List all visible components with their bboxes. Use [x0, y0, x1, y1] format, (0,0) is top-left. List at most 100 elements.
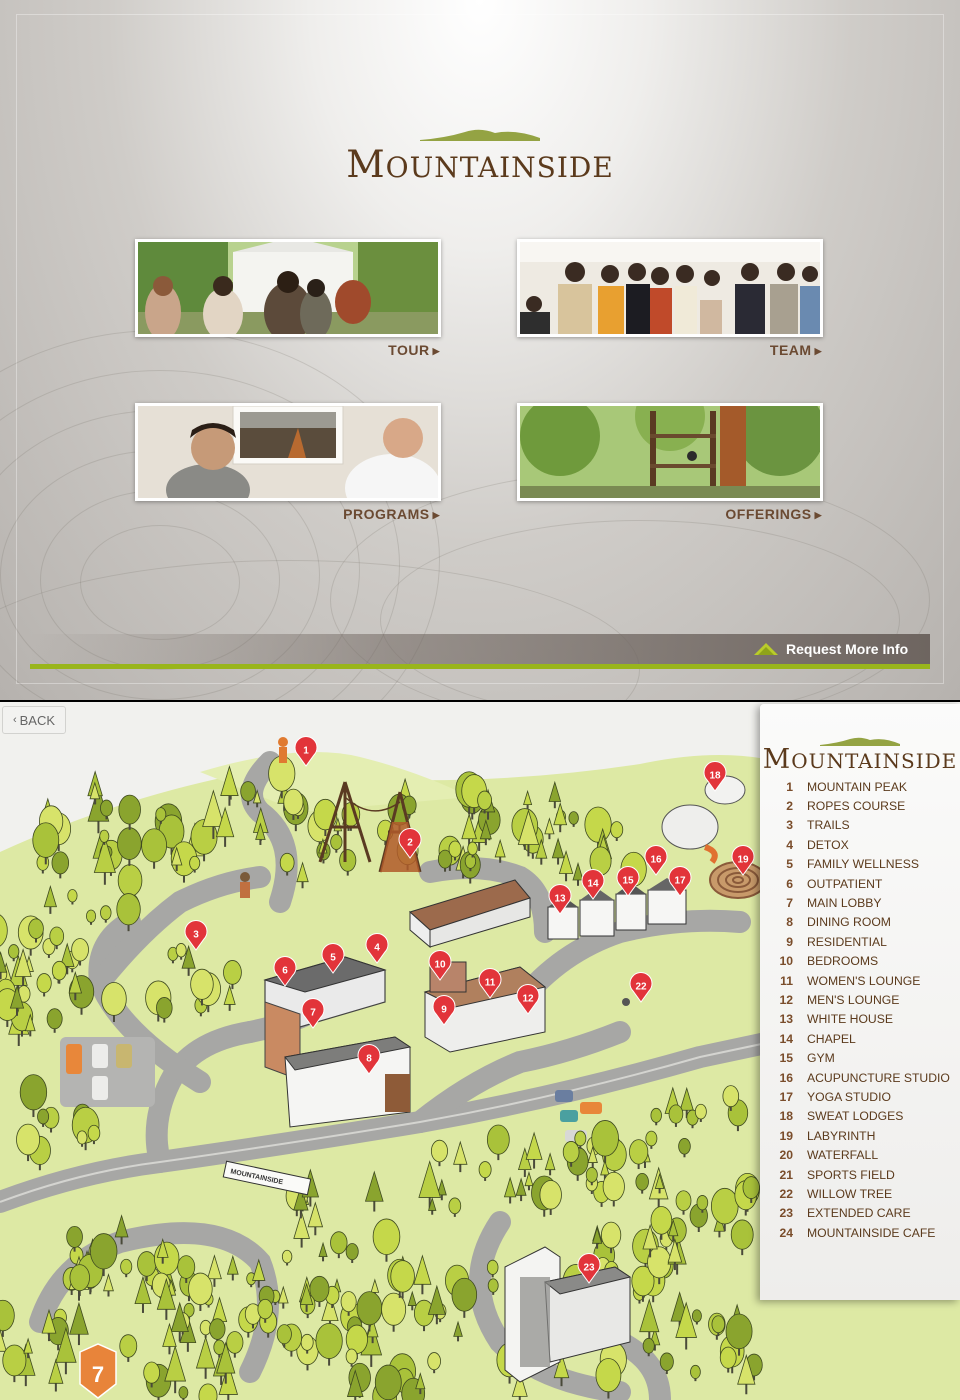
map-pin-number: 3: [193, 930, 199, 941]
legend-item[interactable]: 4 Detox: [774, 835, 950, 854]
map-pin-number: 12: [522, 994, 534, 1005]
legend-item-label: Detox: [807, 837, 849, 852]
offerings-photo: [520, 406, 820, 498]
legend-item-label: Women's Lounge: [807, 973, 921, 988]
legend-item-number: 15: [779, 1051, 793, 1066]
legend-item-number: 24: [779, 1225, 793, 1240]
legend-item-label: Labyrinth: [807, 1128, 876, 1143]
legend-item-label: Family Wellness: [807, 857, 919, 872]
legend-item-number: 19: [779, 1128, 793, 1143]
map-pin-number: 13: [554, 894, 566, 905]
legend-item-label: Extended Care: [807, 1206, 911, 1221]
programs-photo: [138, 406, 438, 498]
legend-item-number: 10: [779, 954, 793, 969]
map-pin-number: 22: [635, 982, 647, 993]
programs-tile[interactable]: [135, 403, 441, 501]
legend-item[interactable]: 9 Residential: [774, 932, 950, 951]
legend-item[interactable]: 8 Dining Room: [774, 913, 950, 932]
map-pin-number: 5: [330, 953, 336, 964]
arrow-right-icon: ▶: [814, 510, 822, 520]
legend-item-number: 6: [786, 876, 793, 891]
request-info-button[interactable]: Request More Info: [754, 638, 908, 660]
legend-item[interactable]: 19 Labyrinth: [774, 1126, 950, 1145]
legend-item[interactable]: 16 Acupuncture Studio: [774, 1068, 950, 1087]
legend-item-label: Mountain Peak: [807, 779, 907, 794]
logo-text: OUNTAINSIDE: [385, 151, 614, 184]
legend-item-label: Men's Lounge: [807, 992, 900, 1007]
legend-item-number: 4: [786, 837, 793, 852]
legend-item[interactable]: 21 Sports Field: [774, 1165, 950, 1184]
legend-item[interactable]: 18 Sweat Lodges: [774, 1107, 950, 1126]
legend-item[interactable]: 1 Mountain Peak: [774, 777, 950, 796]
legend-item-number: 13: [779, 1012, 793, 1027]
legend-item-label: Acupuncture Studio: [807, 1070, 950, 1085]
legend-item[interactable]: 17 Yoga Studio: [774, 1087, 950, 1106]
legend-item[interactable]: 12 Men's Lounge: [774, 990, 950, 1009]
arrow-right-icon: ▶: [432, 346, 440, 356]
legend-item-label: Willow Tree: [807, 1186, 893, 1201]
legend-item-label: Main Lobby: [807, 896, 882, 911]
legend-item[interactable]: 3 Trails: [774, 816, 950, 835]
legend-item-number: 23: [779, 1206, 793, 1221]
programs-link[interactable]: PROGRAMS ▶: [300, 506, 440, 522]
tour-link[interactable]: TOUR ▶: [340, 342, 440, 358]
campus-map-screen: MOUNTAINSIDE 7 1 2 3 4 5 6 7 8 9 10 11 12 13 14 15 16 17…: [0, 702, 960, 1400]
offerings-tile[interactable]: [517, 403, 823, 501]
green-rule: [30, 664, 930, 669]
legend-item-number: 21: [779, 1167, 793, 1182]
map-pin-number: 14: [587, 879, 599, 890]
map-pin-number: 18: [709, 771, 721, 782]
legend-item-number: 9: [786, 934, 793, 949]
legend-item-number: 5: [786, 857, 793, 872]
legend-item-number: 12: [779, 992, 793, 1007]
legend-item[interactable]: 2 Ropes Course: [774, 796, 950, 815]
map-pin-number: 1: [303, 746, 309, 757]
chevron-left-icon: ‹: [12, 714, 17, 726]
legend-item-number: 17: [779, 1089, 793, 1104]
legend-item[interactable]: 22 Willow Tree: [774, 1184, 950, 1203]
tour-tile[interactable]: [135, 239, 441, 337]
home-screen: MOUNTAINSIDE TOUR ▶ TEAM ▶ PROGRAMS ▶ OF…: [0, 0, 960, 700]
map-pin-number: 19: [737, 855, 749, 866]
legend-item-number: 14: [779, 1031, 793, 1046]
svg-text:7: 7: [92, 1362, 104, 1387]
back-button[interactable]: ‹ BACK: [2, 706, 66, 734]
legend-item[interactable]: 6 Outpatient: [774, 874, 950, 893]
legend-item-label: White House: [807, 1012, 893, 1027]
legend-item-label: Sweat Lodges: [807, 1109, 904, 1124]
legend-item[interactable]: 5 Family Wellness: [774, 855, 950, 874]
legend-item-number: 1: [786, 779, 793, 794]
mountainside-logo: MOUNTAINSIDE: [0, 126, 960, 186]
offerings-link[interactable]: OFFERINGS ▶: [682, 506, 822, 522]
legend-item-label: Ropes Course: [807, 799, 906, 814]
map-pin-number: 4: [374, 943, 380, 954]
logo-initial: M: [346, 142, 386, 186]
legend-list: 1 Mountain Peak 2 Ropes Course 3 Trails 4 Detox…: [774, 777, 950, 1242]
legend-item[interactable]: 11 Women's Lounge: [774, 971, 950, 990]
legend-item-label: Bedrooms: [807, 954, 879, 969]
map-pin-number: 6: [282, 966, 288, 977]
legend-item[interactable]: 10 Bedrooms: [774, 952, 950, 971]
legend-item[interactable]: 7 Main Lobby: [774, 893, 950, 912]
legend-item-label: Yoga Studio: [807, 1089, 891, 1104]
legend-item[interactable]: 15 Gym: [774, 1048, 950, 1067]
team-tile[interactable]: [517, 239, 823, 337]
legend-item[interactable]: 13 White House: [774, 1010, 950, 1029]
mountain-mark-icon: [820, 737, 900, 746]
legend-item[interactable]: 24 Mountainside Cafe: [774, 1223, 950, 1242]
map-pin-number: 23: [583, 1263, 595, 1274]
map-pin-number: 10: [434, 960, 446, 971]
legend-item[interactable]: 20 Waterfall: [774, 1145, 950, 1164]
legend-item-number: 11: [780, 973, 793, 988]
legend-item-label: Trails: [807, 818, 850, 833]
arrow-right-icon: ▶: [432, 510, 440, 520]
legend-item[interactable]: 23 Extended Care: [774, 1204, 950, 1223]
legend-item[interactable]: 14 Chapel: [774, 1029, 950, 1048]
hiker-figure: [278, 737, 288, 747]
legend-item-number: 7: [786, 896, 793, 911]
map-pin-number: 2: [407, 838, 413, 849]
team-link[interactable]: TEAM ▶: [722, 342, 822, 358]
legend-item-label: Waterfall: [807, 1148, 879, 1163]
map-pin-number: 16: [650, 855, 662, 866]
map-pin-number: 15: [622, 876, 634, 887]
